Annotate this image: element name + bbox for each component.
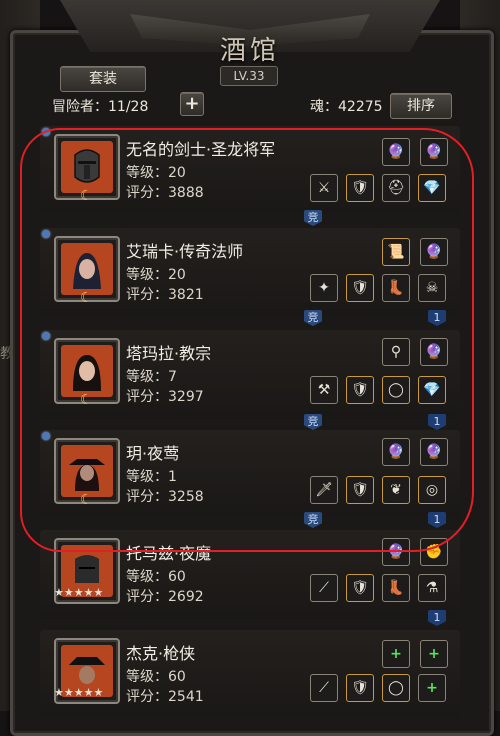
hero-portrait[interactable]: ☾ xyxy=(54,438,120,508)
weapon-slot-icon[interactable]: ⚔ xyxy=(310,174,338,202)
armor-slot-icon[interactable]: 🛡 xyxy=(346,174,374,202)
gem-slot-icon[interactable]: 🔮 xyxy=(382,538,410,566)
hero-card[interactable]: ☾ 无名的剑士·圣龙将军 等级：20 评分：3888 🔮 🔮 ⚔ 🛡 ⛑ 💎 竞 xyxy=(40,126,460,226)
new-indicator-dot xyxy=(42,332,50,340)
necklace-slot-icon[interactable]: ⚲ xyxy=(382,338,410,366)
boots-slot-icon[interactable]: 👢 xyxy=(382,574,410,602)
scroll-slot-icon[interactable]: 📜 xyxy=(382,238,410,266)
boots-slot-icon[interactable]: 👢 xyxy=(382,274,410,302)
star-rating: ★★★★★ xyxy=(54,586,104,599)
adventurers-count: 冒险者：11/28 xyxy=(52,99,149,115)
sort-button[interactable]: 排序 xyxy=(390,93,452,119)
crescent-icon: ☾ xyxy=(80,188,93,204)
hero-score: 评分：3258 xyxy=(126,489,204,505)
empty-slot-plus-icon[interactable]: + xyxy=(420,640,448,668)
gem-slot-icon[interactable]: 🔮 xyxy=(420,238,448,266)
hero-portrait[interactable]: ☾ xyxy=(54,338,120,408)
new-indicator-dot xyxy=(42,432,50,440)
hero-level: 等级：60 xyxy=(126,569,186,585)
gem-slot-icon[interactable]: 🔮 xyxy=(382,138,410,166)
set-button[interactable]: 套装 xyxy=(60,66,146,92)
potion-slot-icon[interactable]: ⚗ xyxy=(418,574,446,602)
panel-title: 酒馆 xyxy=(219,36,280,66)
mace-slot-icon[interactable]: ⚒ xyxy=(310,376,338,404)
priestess-portrait xyxy=(61,345,113,397)
gem-slot-icon[interactable]: 🔮 xyxy=(382,438,410,466)
helmet-slot-icon[interactable]: ⛑ xyxy=(382,174,410,202)
new-indicator-dot xyxy=(42,128,50,136)
armor-slot-icon[interactable]: 🛡 xyxy=(346,476,374,504)
staff-slot-icon[interactable]: ✦ xyxy=(310,274,338,302)
hero-portrait[interactable]: ☾ xyxy=(54,134,120,204)
hero-level: 等级：1 xyxy=(126,469,177,485)
new-indicator-dot xyxy=(42,230,50,238)
hero-card[interactable]: ★★★★★ 托马兹·夜魔 等级：60 评分：2692 🔮 ✊ ⟋ 🛡 👢 ⚗ 1 xyxy=(40,530,460,626)
hero-name: 艾瑞卡·传奇法师 xyxy=(126,242,244,261)
hero-portrait[interactable]: ☾ xyxy=(54,236,120,306)
hero-name: 塔玛拉·教宗 xyxy=(126,344,212,363)
crescent-icon: ☾ xyxy=(80,492,93,508)
hero-name: 杰克·枪侠 xyxy=(126,644,196,663)
dagger-slot-icon[interactable]: 🗡 xyxy=(310,476,338,504)
armor-slot-icon[interactable]: 🛡 xyxy=(346,674,374,702)
gun-slot-icon[interactable]: ⟋ xyxy=(310,674,338,702)
hero-score: 评分：2541 xyxy=(126,689,204,705)
mask-slot-icon[interactable]: ☠ xyxy=(418,274,446,302)
hero-level: 等级：20 xyxy=(126,267,186,283)
helmet-portrait xyxy=(61,141,113,193)
star-rating: ★★★★★ xyxy=(54,686,104,699)
soul-count: 魂：42275 xyxy=(310,99,383,115)
accessory-slot-icon[interactable]: 💎 xyxy=(418,174,446,202)
hero-level: 等级：7 xyxy=(126,369,177,385)
accessory-slot-icon[interactable]: 💎 xyxy=(418,376,446,404)
hero-card[interactable]: ☾ 玥·夜莺 等级：1 评分：3258 🔮 🔮 🗡 🛡 ❦ ◎ 竞 1 xyxy=(40,430,460,528)
armor-slot-icon[interactable]: 🛡 xyxy=(346,376,374,404)
hero-name: 托马兹·夜魔 xyxy=(126,544,212,563)
assassin-portrait xyxy=(61,445,113,497)
add-button[interactable]: + xyxy=(180,92,204,116)
ring-slot-icon[interactable]: ◯ xyxy=(382,674,410,702)
empty-slot-plus-icon[interactable]: + xyxy=(382,640,410,668)
hero-level: 等级：60 xyxy=(126,669,186,685)
ring-slot-icon[interactable]: ◎ xyxy=(418,476,446,504)
empty-slot-plus-icon[interactable]: + xyxy=(418,674,446,702)
hero-score: 评分：2692 xyxy=(126,589,204,605)
gem-slot-icon[interactable]: 🔮 xyxy=(420,338,448,366)
hero-score: 评分：3821 xyxy=(126,287,204,303)
amulet-slot-icon[interactable]: ❦ xyxy=(382,476,410,504)
hero-name: 玥·夜莺 xyxy=(126,444,180,463)
hero-name: 无名的剑士·圣龙将军 xyxy=(126,140,276,159)
ring-slot-icon[interactable]: ◯ xyxy=(382,376,410,404)
armor-slot-icon[interactable]: 🛡 xyxy=(346,574,374,602)
hero-card[interactable]: ★★★★★ 杰克·枪侠 等级：60 评分：2541 + + ⟋ 🛡 ◯ + xyxy=(40,630,460,718)
hero-card[interactable]: ☾ 艾瑞卡·传奇法师 等级：20 评分：3821 📜 🔮 ✦ 🛡 👢 ☠ 竞 1 xyxy=(40,228,460,326)
blade-slot-icon[interactable]: ⟋ xyxy=(310,574,338,602)
hero-score: 评分：3888 xyxy=(126,185,204,201)
crescent-icon: ☾ xyxy=(80,392,93,408)
gauntlet-slot-icon[interactable]: ✊ xyxy=(420,538,448,566)
hero-score: 评分：3297 xyxy=(126,389,204,405)
hero-card[interactable]: ☾ 塔玛拉·教宗 等级：7 评分：3297 ⚲ 🔮 ⚒ 🛡 ◯ 💎 竞 1 xyxy=(40,330,460,430)
gem-slot-icon[interactable]: 🔮 xyxy=(420,138,448,166)
hero-level: 等级：20 xyxy=(126,165,186,181)
armor-slot-icon[interactable]: 🛡 xyxy=(346,274,374,302)
gem-slot-icon[interactable]: 🔮 xyxy=(420,438,448,466)
crescent-icon: ☾ xyxy=(80,290,93,306)
mage-portrait xyxy=(61,243,113,295)
level-badge: LV.33 xyxy=(220,66,278,86)
